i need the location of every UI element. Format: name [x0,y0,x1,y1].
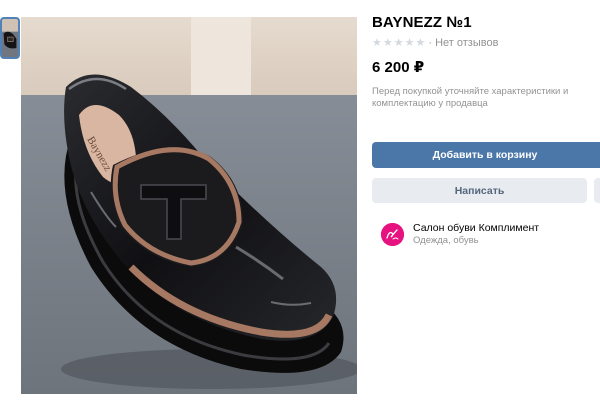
add-to-cart-button[interactable]: Добавить в корзину [372,142,600,168]
seller-name[interactable]: Салон обуви Комплимент [413,222,539,235]
write-message-button[interactable]: Написать [372,178,587,203]
rating-stars: ★ ★ ★ ★ ★ [372,37,425,49]
star-icon: ★ [372,37,382,49]
star-icon: ★ [393,37,404,49]
seller-block[interactable]: Салон обуви Комплимент Одежда, обувь [381,222,539,247]
photo-thumbnail[interactable] [0,17,20,59]
avatar[interactable] [381,223,404,246]
product-info-panel: BAYNEZZ №1 ★ ★ ★ ★ ★ · Нет отзывов 6 200… [372,0,600,400]
salon-logo-icon [381,223,404,246]
shoe-thumbnail-image [2,19,18,57]
seller-note: Перед покупкой уточняйте характеристики … [372,86,569,109]
rating-row: ★ ★ ★ ★ ★ · Нет отзывов [372,37,498,49]
star-icon: ★ [415,37,426,49]
seller-category: Одежда, обувь [413,235,479,246]
shoe-image: Baynezz [21,17,357,394]
product-title: BAYNEZZ №1 [372,14,472,31]
product-price: 6 200 ₽ [372,59,425,76]
star-icon: ★ [404,37,415,49]
more-actions-button[interactable] [594,178,600,203]
star-icon: ★ [382,37,393,49]
product-page: Baynezz BAYNEZZ №1 ★ ★ ★ ★ ★ · Нет отзыв… [0,0,600,400]
product-photo[interactable]: Baynezz [21,17,357,394]
reviews-count[interactable]: · Нет отзывов [428,37,498,49]
